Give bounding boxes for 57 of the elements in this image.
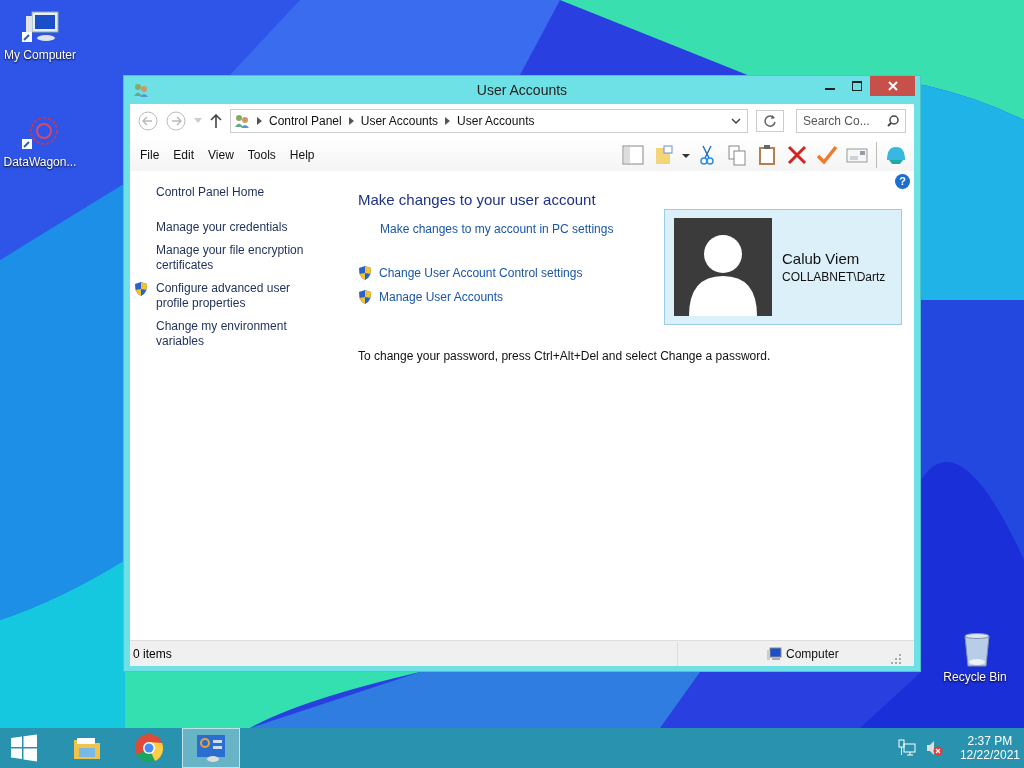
refresh-button[interactable] (756, 110, 784, 132)
sidebar-link[interactable]: Manage your credentials (156, 220, 311, 235)
control-panel-taskbar-button[interactable] (182, 728, 240, 768)
copy-icon[interactable] (726, 144, 748, 166)
sidebar-link[interactable]: Manage your file encryption certificates (156, 243, 311, 273)
menu-item[interactable]: Edit (173, 148, 201, 162)
breadcrumb-item[interactable]: User Accounts (360, 114, 439, 128)
section-heading: Make changes to your user account (358, 191, 597, 208)
desktop-icon-label[interactable]: My Computer (4, 48, 76, 62)
network-icon[interactable] (897, 739, 916, 757)
chevron-icon (348, 117, 354, 125)
window-title: User Accounts (476, 82, 568, 98)
close-icon[interactable] (887, 81, 898, 91)
checkmark-icon[interactable] (816, 144, 838, 166)
up-button[interactable] (210, 114, 222, 128)
computer-icon (766, 646, 782, 661)
users-icon (234, 113, 250, 129)
desktop-icon-label[interactable]: Recycle Bin (943, 670, 1007, 684)
address-bar[interactable]: Control Panel User Accounts User Accounts (230, 109, 748, 133)
item-count: 0 items (133, 646, 173, 661)
start-button[interactable] (10, 734, 38, 762)
browser-icon[interactable] (133, 732, 165, 764)
sidebar-link[interactable]: Change my environment variables (156, 319, 311, 349)
breadcrumb-item[interactable]: User Accounts (457, 114, 535, 128)
chevron-icon (257, 117, 262, 125)
clipboard-icon[interactable] (756, 144, 778, 166)
search-field[interactable]: Search Co... (796, 109, 906, 133)
delete-icon[interactable] (786, 144, 808, 166)
resize-grip-icon[interactable] (891, 654, 901, 664)
search-icon (887, 115, 899, 127)
sidebar-link[interactable]: Control Panel Home (156, 185, 311, 200)
muted-speaker-icon[interactable] (924, 739, 943, 757)
help-button[interactable]: ? (895, 174, 910, 189)
menu-item[interactable]: Tools (247, 148, 282, 162)
chevron-icon (445, 117, 451, 125)
account-name: Calub Viem (782, 250, 861, 267)
back-button[interactable] (138, 111, 158, 131)
clock-time[interactable]: 2:37 PM (959, 734, 1020, 748)
password-hint: To change your password, press Ctrl+Alt+Del and select Change a password. (358, 349, 772, 363)
control-panel-icon[interactable] (195, 732, 227, 764)
menu-item[interactable]: View (208, 148, 240, 162)
maximize-icon[interactable] (851, 81, 862, 91)
zone-label: Computer (786, 646, 839, 661)
sidebar-link[interactable]: Configure advanced user profile properties (156, 281, 311, 311)
breadcrumb-item[interactable]: Control Panel (269, 114, 342, 128)
menu-item[interactable]: Help (289, 148, 321, 162)
task-link[interactable]: Make changes to my account in PC settings (380, 222, 614, 236)
clock-date[interactable]: 12/22/2021 (959, 748, 1020, 762)
desktop-icon-label[interactable]: DataWagon... (3, 155, 77, 169)
close-button[interactable] (870, 76, 915, 96)
dropdown-icon[interactable] (731, 117, 741, 125)
task-link[interactable]: Change User Account Control settings (379, 266, 583, 280)
forward-button[interactable] (166, 111, 186, 131)
account-domain: COLLABNET\Dartz (782, 270, 886, 284)
task-link[interactable]: Manage User Accounts (379, 290, 504, 304)
users-icon (133, 82, 149, 98)
menu-item[interactable]: File (140, 148, 166, 162)
